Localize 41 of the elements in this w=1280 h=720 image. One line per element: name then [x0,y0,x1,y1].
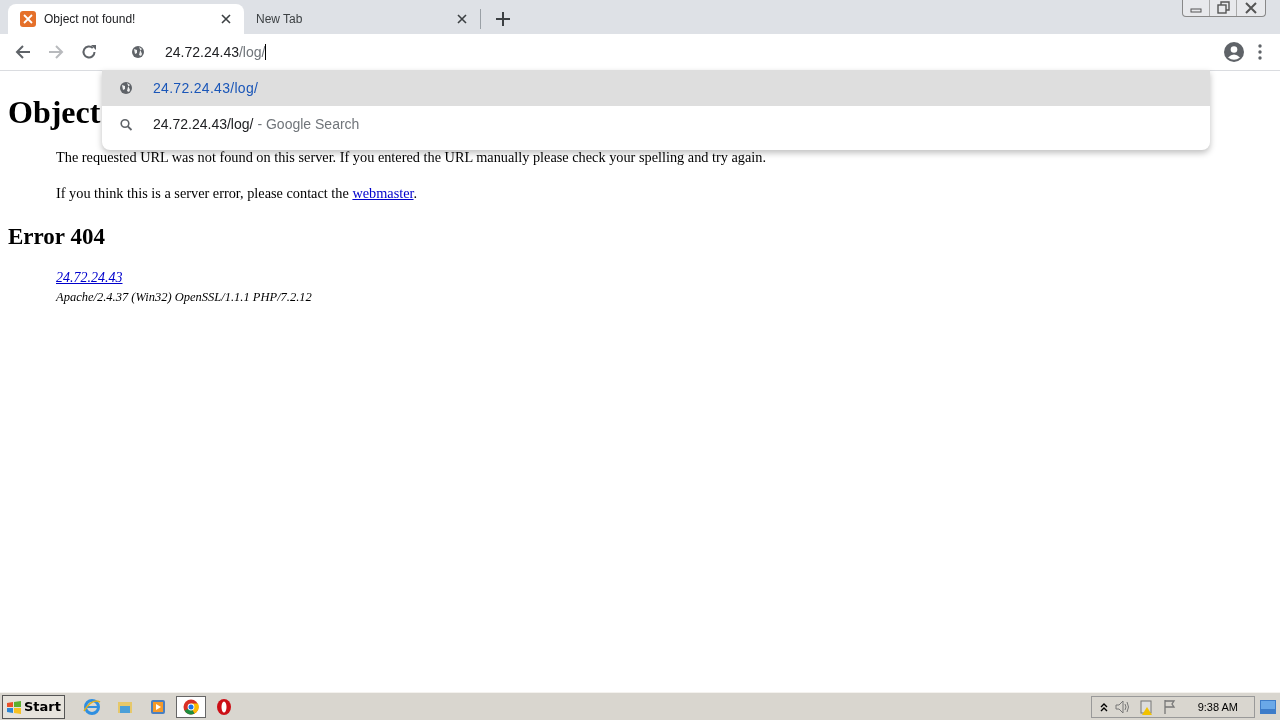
profile-icon[interactable] [1224,42,1244,62]
suggestion-row[interactable]: 24.72.24.43/log/ [102,70,1210,106]
server-signature: Apache/2.4.37 (Win32) OpenSSL/1.1.1 PHP/7.2.12 [56,289,313,306]
suggestion-hint: - Google Search [257,116,360,132]
globe-icon [119,81,133,95]
back-icon[interactable] [15,44,31,60]
page-heading: Object [8,93,101,131]
chrome-icon [182,697,200,716]
close-icon[interactable] [220,13,232,25]
windows-logo-icon [6,699,22,714]
server-link[interactable]: 24.72.24.43 [56,269,123,287]
tab-title: New Tab [256,12,304,26]
clock: 9:38 AM [1197,700,1238,713]
reload-icon[interactable] [81,44,97,60]
paragraph: If you think this is a server error, please contact the webmaster. [56,184,419,203]
url-path: /log/ [238,44,266,60]
suggestion-text: 24.72.24.43/log/ [153,80,259,96]
new-tab-icon[interactable] [496,12,510,26]
error-heading: Error 404 [8,223,106,251]
xampp-icon [20,11,36,27]
browser-tab[interactable]: New Tab [244,4,480,34]
show-desktop-icon[interactable] [1260,699,1276,714]
taskbar-app[interactable] [176,695,206,718]
speaker-icon[interactable] [1113,698,1132,715]
tab-title: Object not found! [44,12,137,26]
play-icon [149,697,167,716]
ie-icon [83,697,101,716]
start-button[interactable]: Start [2,694,65,719]
paragraph: The requested URL was not found on this server. If you entered the URL manually please check your spelling and try again. [56,148,767,167]
close-icon[interactable] [456,13,468,25]
suggestion-row[interactable]: 24.72.24.43/log/ - Google Search [102,106,1210,142]
browser-tab[interactable]: Object not found! [8,4,244,34]
webmaster-link[interactable]: webmaster [352,185,414,201]
flag-icon[interactable] [1161,698,1178,715]
url-host: 24.72.24.43 [165,44,239,60]
globe-icon [131,45,145,59]
opera-icon [215,697,233,716]
suggestion-text: 24.72.24.43/log/ [153,116,254,132]
menu-icon[interactable] [1258,44,1262,60]
chevron-up-icon[interactable] [1099,701,1108,712]
search-icon [119,117,133,131]
